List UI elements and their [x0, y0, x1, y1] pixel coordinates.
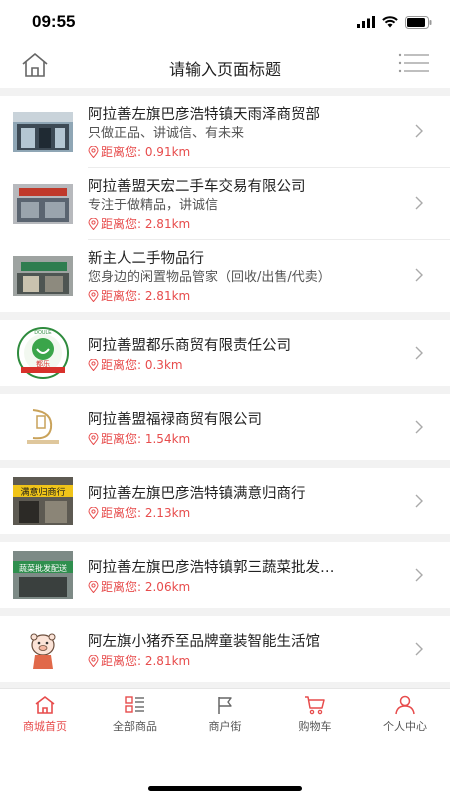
chevron-right-icon — [415, 268, 423, 282]
location-pin-icon — [88, 655, 99, 667]
chevron-right-icon — [415, 568, 423, 582]
home-indicator — [148, 786, 302, 791]
logo-text: 都乐 — [36, 359, 50, 368]
store-distance: 距离您: 0.91km — [101, 145, 191, 159]
store-description: 您身边的闲置物品管家（回收/出售/代卖） — [88, 270, 331, 285]
store-thumbnail: 蔬菜批发配送 — [13, 551, 73, 599]
store-name: 阿左旗小猪乔至品牌童装智能生活馆 — [88, 634, 320, 650]
store-distance: 距离您: 1.54km — [101, 432, 191, 446]
tab-label: 全部商品 — [113, 720, 157, 733]
location-pin-icon — [88, 359, 99, 371]
sign-text: 蔬菜批发配送 — [19, 563, 67, 573]
tab-label: 商城首页 — [23, 720, 67, 733]
chevron-right-icon — [415, 642, 423, 656]
chevron-right-icon — [415, 420, 423, 434]
store-name: 阿拉善盟天宏二手车交易有限公司 — [88, 179, 306, 195]
store-distance: 距离您: 2.81km — [101, 217, 191, 231]
location-pin-icon — [88, 433, 99, 445]
store-description: 只做正品、讲诚信、有未来 — [88, 126, 245, 141]
store-list-item[interactable]: 阿左旗小猪乔至品牌童装智能生活馆 距离您: 2.81km — [0, 616, 450, 682]
store-distance: 距离您: 2.81km — [101, 654, 191, 668]
flag-icon — [218, 697, 232, 714]
store-logo: DOULE 都乐 — [13, 327, 73, 379]
store-name: 阿拉善左旗巴彦浩特镇天雨泽商贸部 — [88, 107, 320, 123]
store-list-item[interactable]: 阿拉善盟天宏二手车交易有限公司 专注于做精品，讲诚信 距离您: 2.81km — [0, 168, 450, 240]
location-pin-icon — [88, 218, 99, 230]
tab-label: 商户街 — [208, 720, 242, 733]
store-logo — [13, 625, 73, 673]
home-icon — [35, 696, 55, 714]
tab-merchant-street[interactable]: 商户街 — [180, 689, 270, 739]
status-time: 09:55 — [32, 12, 76, 31]
store-name: 阿拉善盟福禄商贸有限公司 — [88, 412, 262, 428]
top-nav-bar: 请输入页面标题 — [0, 44, 450, 89]
list-menu-icon — [398, 53, 429, 73]
store-list-item[interactable]: 满意归商行 阿拉善左旗巴彦浩特镇满意归商行 距离您: 2.13km — [0, 468, 450, 534]
store-distance: 距离您: 2.81km — [101, 289, 191, 303]
status-icons — [357, 14, 432, 30]
store-list-item[interactable]: DOULE 都乐 阿拉善盟都乐商贸有限责任公司 距离您: 0.3km — [0, 320, 450, 386]
store-list-item[interactable]: 阿拉善盟福禄商贸有限公司 距离您: 1.54km — [0, 394, 450, 460]
store-list-item[interactable]: 阿拉善左旗巴彦浩特镇天雨泽商贸部 只做正品、讲诚信、有未来 距离您: 0.91k… — [0, 96, 450, 168]
store-distance: 距离您: 2.06km — [101, 580, 191, 594]
tab-all-products[interactable]: 全部商品 — [90, 689, 180, 739]
tab-profile[interactable]: 个人中心 — [360, 689, 450, 739]
tab-home[interactable]: 商城首页 — [0, 689, 90, 739]
store-list: 阿拉善左旗巴彦浩特镇天雨泽商贸部 只做正品、讲诚信、有未来 距离您: 0.91k… — [0, 88, 450, 688]
chevron-right-icon — [415, 124, 423, 138]
page-title: 请输入页面标题 — [168, 60, 281, 79]
store-name: 新主人二手物品行 — [88, 251, 204, 267]
location-pin-icon — [88, 146, 99, 158]
location-pin-icon — [88, 507, 99, 519]
logo-ring-text: DOULE — [34, 330, 52, 336]
store-thumbnail — [13, 112, 73, 152]
store-list-item[interactable]: 新主人二手物品行 您身边的闲置物品管家（回收/出售/代卖） 距离您: 2.81k… — [0, 240, 450, 312]
grid-list-icon — [125, 696, 144, 713]
status-bar: 09:55 — [0, 0, 450, 44]
store-distance: 距离您: 2.13km — [101, 506, 191, 520]
tab-label: 个人中心 — [383, 720, 427, 733]
location-pin-icon — [88, 290, 99, 302]
bottom-tab-bar: 商城首页 全部商品 商户街 购物车 个人中心 — [0, 688, 450, 739]
store-logo — [13, 402, 73, 452]
store-name: 阿拉善盟都乐商贸有限责任公司 — [88, 338, 291, 354]
store-distance: 距离您: 0.3km — [101, 358, 183, 372]
location-pin-icon — [88, 581, 99, 593]
store-thumbnail — [13, 184, 73, 224]
store-name: 阿拉善左旗巴彦浩特镇满意归商行 — [88, 486, 306, 502]
store-name: 阿拉善左旗巴彦浩特镇郭三蔬菜批发… — [88, 560, 335, 576]
wifi-icon — [382, 16, 398, 28]
tab-cart[interactable]: 购物车 — [270, 689, 360, 739]
store-description: 专注于做精品，讲诚信 — [88, 198, 219, 213]
chevron-right-icon — [415, 346, 423, 360]
menu-button[interactable] — [398, 52, 430, 80]
store-thumbnail: 满意归商行 — [13, 477, 73, 525]
chevron-right-icon — [415, 494, 423, 508]
signal-icon — [357, 16, 375, 28]
chevron-right-icon — [415, 196, 423, 210]
sign-text: 满意归商行 — [20, 486, 65, 498]
cart-icon — [305, 696, 325, 715]
tab-label: 购物车 — [298, 720, 332, 733]
person-icon — [395, 695, 415, 715]
store-thumbnail — [13, 256, 73, 296]
store-list-item[interactable]: 蔬菜批发配送 阿拉善左旗巴彦浩特镇郭三蔬菜批发… 距离您: 2.06km — [0, 542, 450, 608]
battery-icon — [405, 15, 432, 29]
